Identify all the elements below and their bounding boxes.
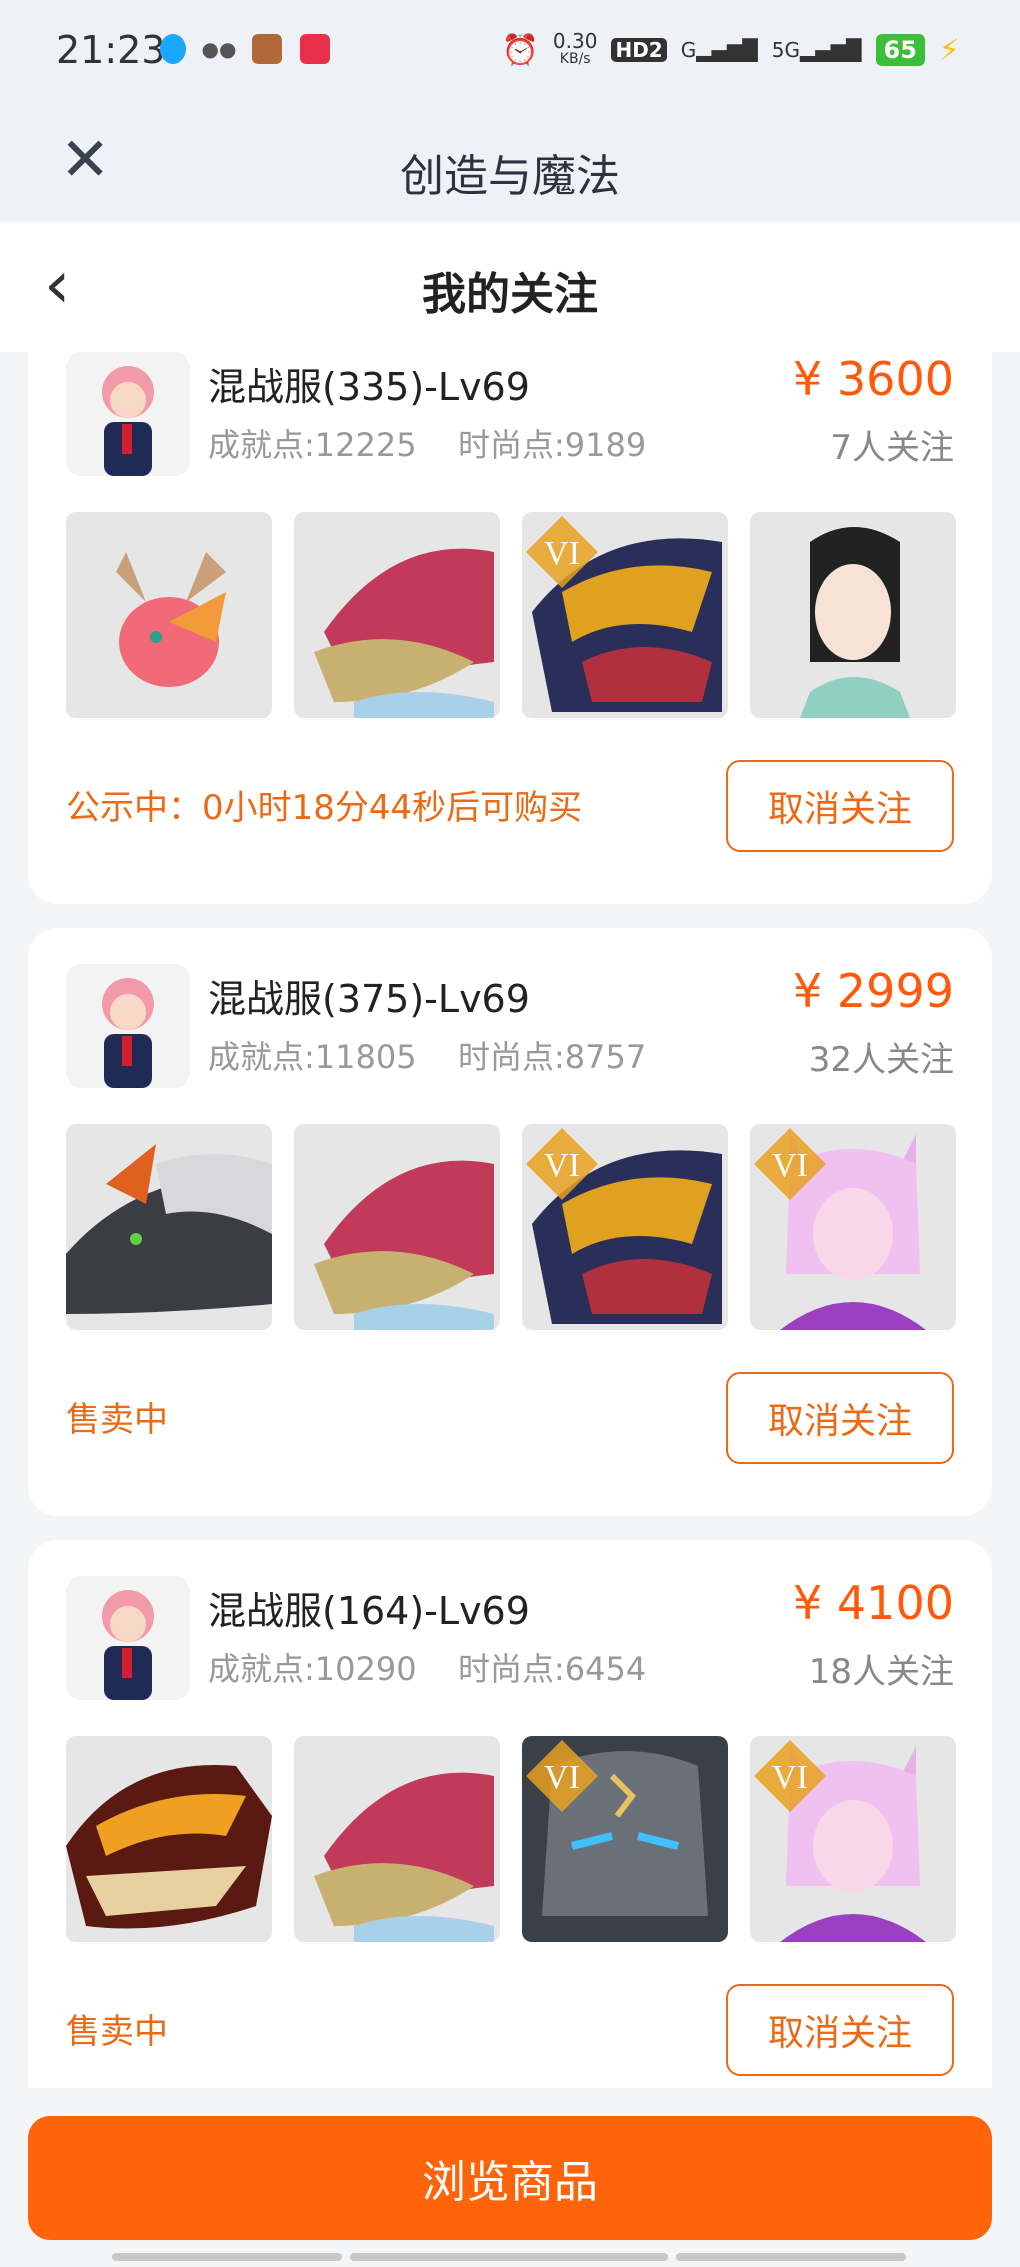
unfollow-button[interactable]: 取消关注	[726, 1984, 954, 2076]
character-avatar	[66, 1576, 190, 1700]
pink-deer-dragon-thumb[interactable]	[66, 512, 272, 718]
pink-gold-dragon-thumb[interactable]	[294, 1124, 500, 1330]
fashion-points: 时尚点:6454	[458, 1650, 647, 1688]
nav-indicator	[676, 2253, 906, 2261]
achievement-points: 成就点:12225	[208, 426, 417, 464]
dark-gold-dragon-vi-thumb[interactable]: VI	[522, 1124, 728, 1330]
charging-icon: ⚡	[938, 32, 960, 68]
lady-character-thumb[interactable]	[750, 512, 956, 718]
watcher-count: 18人关注	[808, 1652, 954, 1692]
nav-indicator	[112, 2253, 342, 2261]
character-avatar	[66, 352, 190, 476]
bottom-bar: 浏览商品	[0, 2088, 1020, 2267]
price: ¥ 2999	[793, 964, 954, 1018]
price: ¥ 3600	[793, 352, 954, 406]
nav-indicator	[350, 2253, 668, 2261]
listing-card[interactable]: 混战服(164)-Lv69 成就点:10290 时尚点:6454 ¥ 4100 …	[28, 1540, 992, 2088]
vi-badge-text: VI	[544, 535, 580, 572]
listing-status: 售卖中	[66, 2012, 168, 2052]
server-level: 混战服(164)-Lv69	[208, 1589, 530, 1633]
hd-indicator: HD2	[611, 38, 667, 62]
app-header: ✕ 创造与魔法	[0, 110, 1020, 222]
app-title: 创造与魔法	[400, 151, 620, 202]
net-speed: 0.30	[552, 29, 598, 53]
character-avatar	[66, 964, 190, 1088]
vi-badge-icon: VI	[754, 1740, 826, 1812]
game-icon	[252, 34, 282, 64]
achievement-points: 成就点:11805	[208, 1038, 417, 1076]
server-level: 混战服(375)-Lv69	[208, 977, 530, 1021]
fashion-points: 时尚点:9189	[458, 426, 647, 464]
pink-fox-lady-vi-thumb[interactable]: VI	[750, 1736, 956, 1942]
unfollow-button[interactable]: 取消关注	[726, 1372, 954, 1464]
fashion-points: 时尚点:8757	[458, 1038, 647, 1076]
page-title: 我的关注	[422, 269, 598, 320]
watcher-count: 32人关注	[808, 1040, 954, 1080]
pink-gold-dragon-thumb[interactable]	[294, 1736, 500, 1942]
net-speed-unit: KB/s	[559, 51, 591, 67]
signal-1-label: G	[680, 38, 697, 62]
status-time: 21:23	[56, 28, 166, 72]
black-white-dragon-thumb[interactable]	[66, 1124, 272, 1330]
battery-icon: 65	[875, 34, 925, 66]
signal-2-label: 5G	[771, 38, 800, 62]
price: ¥ 4100	[793, 1576, 954, 1630]
vi-badge-text: VI	[772, 1147, 808, 1184]
browse-products-button[interactable]: 浏览商品	[28, 2116, 992, 2240]
followed-list[interactable]: 混战服(335)-Lv69 成就点:12225 时尚点:9189 ¥ 3600 …	[0, 352, 1020, 2088]
signal-2: 5G▂▄▆█	[771, 38, 862, 62]
vi-badge-icon: VI	[526, 1128, 598, 1200]
achievement-points: 成就点:10290	[208, 1650, 417, 1688]
listing-status: 公示中：0小时18分44秒后可购买	[66, 788, 583, 828]
vi-badge-icon: VI	[526, 1740, 598, 1812]
vi-badge-text: VI	[544, 1147, 580, 1184]
listing-card[interactable]: 混战服(335)-Lv69 成就点:12225 时尚点:9189 ¥ 3600 …	[28, 352, 992, 904]
page-header: ‹ 我的关注	[0, 222, 1020, 352]
vi-badge-icon: VI	[526, 516, 598, 588]
fire-dragon-thumb[interactable]	[66, 1736, 272, 1942]
alarm-icon: ⏰	[501, 32, 539, 68]
vi-badge-text: VI	[544, 1759, 580, 1796]
server-level: 混战服(335)-Lv69	[208, 365, 530, 409]
dark-gold-dragon-vi-thumb[interactable]: VI	[522, 512, 728, 718]
qq-icon	[160, 34, 186, 64]
listing-status: 售卖中	[66, 1400, 168, 1440]
vi-badge-text: VI	[772, 1759, 808, 1796]
unfollow-button[interactable]: 取消关注	[726, 760, 954, 852]
app-icon	[300, 34, 330, 64]
listing-card[interactable]: 混战服(375)-Lv69 成就点:11805 时尚点:8757 ¥ 2999 …	[28, 928, 992, 1516]
watcher-count: 7人关注	[830, 428, 954, 468]
signal-1: G▂▄▆█	[680, 38, 758, 62]
status-bar: 21:23 ●● ⏰ 0.30 KB/s HD2 G▂▄▆█ 5G▂▄▆█ 65…	[0, 0, 1020, 110]
pink-fox-lady-vi-thumb[interactable]: VI	[750, 1124, 956, 1330]
stone-golem-vi-thumb[interactable]: VI	[522, 1736, 728, 1942]
pink-gold-dragon-thumb[interactable]	[294, 512, 500, 718]
vi-badge-icon: VI	[754, 1128, 826, 1200]
wechat-icon: ●●	[201, 37, 237, 61]
